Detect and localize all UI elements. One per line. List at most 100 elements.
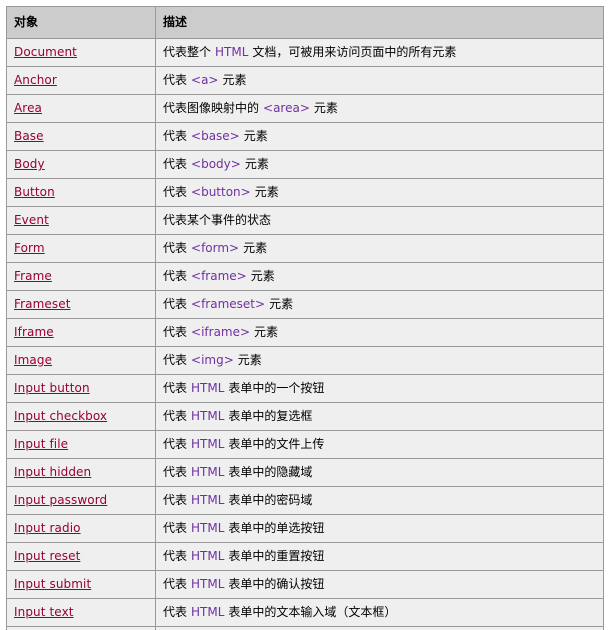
description-code-token: HTML (191, 437, 225, 451)
object-link[interactable]: Input submit (14, 577, 91, 591)
description-suffix: 表单中的重置按钮 (228, 549, 325, 563)
description-prefix: 代表 (163, 353, 188, 367)
description-prefix: 代表 (163, 549, 188, 563)
description-prefix: 代表整个 (163, 45, 212, 59)
description-cell: 代表整个 HTML 文档，可被用来访问页面中的所有元素 (155, 38, 604, 67)
object-cell: Iframe (6, 318, 156, 347)
description-code-token: HTML (191, 521, 225, 535)
table-row: Input text 代表 HTML 表单中的文本输入域（文本框） (6, 598, 604, 627)
object-link[interactable]: Input reset (14, 549, 80, 563)
table-row: Input radio 代表 HTML 表单中的单选按钮 (6, 514, 604, 543)
description-cell: 代表 <frame> 元素 (155, 262, 604, 291)
object-cell: Frameset (6, 290, 156, 319)
table-header-row: 对象 描述 (6, 6, 604, 39)
description-cell: 代表 <frameset> 元素 (155, 290, 604, 319)
description-code-token: HTML (215, 45, 249, 59)
description-cell: 代表 HTML 表单中的复选框 (155, 402, 604, 431)
description-prefix: 代表 (163, 325, 188, 339)
object-cell: Input hidden (6, 458, 156, 487)
object-link[interactable]: Frameset (14, 297, 71, 311)
description-suffix: 表单中的单选按钮 (228, 521, 325, 535)
table-row: Link代表<link>元素 (6, 626, 604, 630)
table-row: Form 代表 <form> 元素 (6, 234, 604, 263)
description-prefix: 代表某个事件的状态 (163, 213, 272, 227)
table-row: Iframe 代表 <iframe> 元素 (6, 318, 604, 347)
description-prefix: 代表 (163, 437, 188, 451)
description-code-token: <area> (263, 101, 310, 115)
description-code-token: HTML (191, 605, 225, 619)
object-cell: Image (6, 346, 156, 375)
object-link[interactable]: Base (14, 129, 44, 143)
object-link[interactable]: Frame (14, 269, 52, 283)
description-prefix: 代表 (163, 605, 188, 619)
object-link[interactable]: Input checkbox (14, 409, 107, 423)
table-row: Input hidden 代表 HTML 表单中的隐藏域 (6, 458, 604, 487)
description-cell: 代表 <button> 元素 (155, 178, 604, 207)
description-code-token: <frame> (191, 269, 247, 283)
description-suffix: 元素 (243, 241, 268, 255)
object-link[interactable]: Area (14, 101, 42, 115)
table-row: Input button 代表 HTML 表单中的一个按钮 (6, 374, 604, 403)
description-cell: 代表 HTML 表单中的密码域 (155, 486, 604, 515)
object-link[interactable]: Iframe (14, 325, 54, 339)
description-prefix: 代表 (163, 521, 188, 535)
table-row: Body 代表 <body> 元素 (6, 150, 604, 179)
description-cell: 代表 <body> 元素 (155, 150, 604, 179)
description-code-token: HTML (191, 549, 225, 563)
object-link[interactable]: Body (14, 157, 45, 171)
description-prefix: 代表 (163, 297, 188, 311)
description-suffix: 文档，可被用来访问页面中的所有元素 (252, 45, 457, 59)
object-link[interactable]: Form (14, 241, 45, 255)
object-cell: Input radio (6, 514, 156, 543)
description-prefix: 代表 (163, 381, 188, 395)
description-prefix: 代表 (163, 493, 188, 507)
description-suffix: 元素 (243, 129, 268, 143)
description-cell: 代表图像映射中的 <area> 元素 (155, 94, 604, 123)
description-cell: 代表 HTML 表单中的文件上传 (155, 430, 604, 459)
object-cell: Input text (6, 598, 156, 627)
object-cell: Form (6, 234, 156, 263)
object-link[interactable]: Input text (14, 605, 74, 619)
description-prefix: 代表 (163, 269, 188, 283)
description-suffix: 表单中的密码域 (228, 493, 313, 507)
description-suffix: 元素 (254, 185, 279, 199)
object-link[interactable]: Anchor (14, 73, 57, 87)
description-cell: 代表 HTML 表单中的一个按钮 (155, 374, 604, 403)
object-link[interactable]: Input button (14, 381, 90, 395)
description-suffix: 元素 (237, 353, 262, 367)
object-link[interactable]: Input file (14, 437, 68, 451)
description-suffix: 表单中的一个按钮 (228, 381, 325, 395)
description-prefix: 代表 (163, 409, 188, 423)
description-suffix: 元素 (313, 101, 338, 115)
table-row: Input submit 代表 HTML 表单中的确认按钮 (6, 570, 604, 599)
object-cell: Area (6, 94, 156, 123)
table-row: Anchor 代表 <a> 元素 (6, 66, 604, 95)
description-suffix: 元素 (244, 157, 269, 171)
table-body: Document 代表整个 HTML 文档，可被用来访问页面中的所有元素 Anchor 代… (6, 38, 604, 630)
table-row: Image 代表 <img> 元素 (6, 346, 604, 375)
object-cell: Input password (6, 486, 156, 515)
table-row: Frameset 代表 <frameset> 元素 (6, 290, 604, 319)
description-cell: 代表 <form> 元素 (155, 234, 604, 263)
description-suffix: 元素 (254, 325, 279, 339)
description-code-token: HTML (191, 409, 225, 423)
description-code-token: <body> (191, 157, 241, 171)
table-row: Frame 代表 <frame> 元素 (6, 262, 604, 291)
table-row: Input file 代表 HTML 表单中的文件上传 (6, 430, 604, 459)
object-link[interactable]: Event (14, 213, 49, 227)
object-cell: Input reset (6, 542, 156, 571)
object-link[interactable]: Button (14, 185, 55, 199)
description-cell: 代表 HTML 表单中的重置按钮 (155, 542, 604, 571)
reference-table-container: 对象 描述 Document 代表整个 HTML 文档，可被用来访问页面中的所有元素 A… (0, 0, 616, 630)
object-cell: Frame (6, 262, 156, 291)
object-link[interactable]: Image (14, 353, 52, 367)
object-link[interactable]: Document (14, 45, 77, 59)
description-cell: 代表 <a> 元素 (155, 66, 604, 95)
object-link[interactable]: Input password (14, 493, 107, 507)
object-link[interactable]: Input hidden (14, 465, 91, 479)
table-row: Base 代表 <base> 元素 (6, 122, 604, 151)
table-row: Input password 代表 HTML 表单中的密码域 (6, 486, 604, 515)
description-prefix: 代表 (163, 73, 188, 87)
object-cell: Button (6, 178, 156, 207)
object-link[interactable]: Input radio (14, 521, 81, 535)
